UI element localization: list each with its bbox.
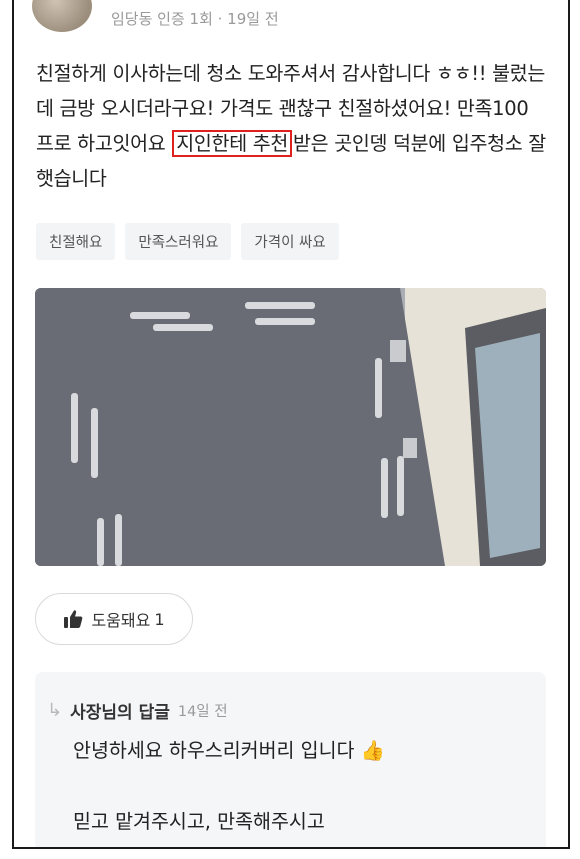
thumbs-up-emoji-icon: 👍	[360, 739, 385, 762]
reply-header: ↳ 사장님의 답글 14일 전	[47, 698, 228, 723]
owner-reply: ↳ 사장님의 답글 14일 전 안녕하세요 하우스리커버리 입니다 👍 믿고 맡…	[35, 672, 546, 847]
thumbs-up-icon	[64, 610, 83, 628]
reply-greeting: 안녕하세요 하우스리커버리 입니다	[73, 739, 355, 762]
review-meta: 임당동 인증 1회 · 19일 전	[111, 10, 279, 28]
helpful-label: 도움돼요	[91, 611, 151, 630]
tag-chip[interactable]: 친절해요	[36, 223, 116, 260]
review-text-highlight: 지인한테 추천	[172, 130, 293, 157]
tag-chip[interactable]: 가격이 싸요	[241, 223, 339, 260]
tag-list: 친절해요 만족스러워요 가격이 싸요	[36, 223, 339, 260]
helpful-button[interactable]: 도움돼요 1	[35, 593, 193, 645]
cleaning-photo-image	[35, 288, 546, 566]
helpful-count: 1	[154, 609, 165, 629]
reply-text-line1: 안녕하세요 하우스리커버리 입니다 👍	[73, 734, 385, 763]
tag-chip[interactable]: 만족스러워요	[125, 223, 232, 260]
review-text: 친절하게 이사하는데 청소 도와주셔서 감사합니다 ㅎㅎ!! 불렀는데 금방 오…	[36, 56, 546, 196]
review-photo[interactable]	[35, 288, 546, 566]
avatar[interactable]	[32, 0, 92, 32]
reply-arrow-icon: ↳	[47, 700, 63, 721]
reply-owner: 사장님의 답글	[70, 703, 170, 723]
reply-text-line2: 믿고 맡겨주시고, 만족해주시고	[73, 810, 325, 833]
reply-time: 14일 전	[177, 704, 228, 720]
review-card: 임당동 인증 1회 · 19일 전 친절하게 이사하는데 청소 도와주셔서 감사…	[12, 0, 570, 849]
